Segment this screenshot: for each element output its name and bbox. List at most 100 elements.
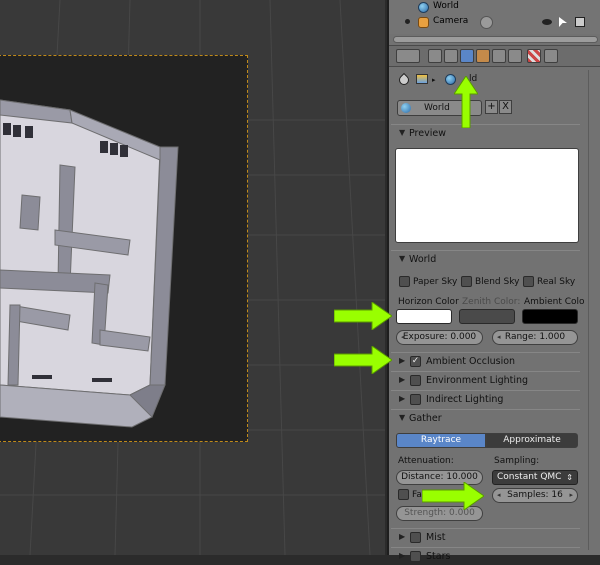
object-tab-icon[interactable]: [476, 49, 490, 63]
range-value: Range: 1.000: [504, 332, 566, 342]
horizon-color-label: Horizon Color: [398, 297, 459, 307]
triangle-right-icon: ▶: [399, 551, 406, 560]
preview-label: Preview: [409, 128, 446, 139]
annotation-arrow-up: [454, 76, 478, 128]
raytrace-button[interactable]: Raytrace: [396, 433, 486, 448]
decrement-arrow-icon[interactable]: ◂: [497, 331, 501, 344]
indirect-lighting-label: Indirect Lighting: [426, 394, 504, 405]
samples-field[interactable]: ◂ Samples: 16 ▸: [492, 488, 578, 503]
expand-icon[interactable]: [405, 19, 410, 24]
mist-panel-header[interactable]: ▶ Mist: [391, 528, 580, 546]
triangle-right-icon: ▶: [399, 394, 406, 403]
gather-label: Gather: [409, 413, 442, 424]
world-icon: [418, 2, 429, 13]
add-world-button[interactable]: +: [485, 100, 498, 114]
world-datablock-row: World + X: [389, 100, 600, 118]
editor-type-menu-icon[interactable]: [396, 49, 420, 63]
world-tab-icon[interactable]: [460, 49, 474, 63]
texture-tab-icon[interactable]: [527, 49, 541, 63]
sampling-value: Constant QMC: [497, 472, 562, 482]
exposure-field[interactable]: ◂ Exposure: 0.000: [396, 330, 483, 345]
sampling-dropdown[interactable]: Constant QMC ⇕: [492, 470, 578, 485]
horizon-color-swatch[interactable]: [396, 309, 452, 324]
outliner-label: Camera: [433, 16, 469, 26]
properties-scrollbar[interactable]: [588, 70, 594, 550]
sampling-label: Sampling:: [494, 456, 540, 466]
render-tab-icon[interactable]: [428, 49, 442, 63]
visibility-eye-icon[interactable]: [542, 19, 552, 25]
decrement-arrow-icon[interactable]: ◂: [497, 489, 501, 502]
environment-lighting-label: Environment Lighting: [426, 375, 529, 386]
samples-value: Samples: 16: [507, 490, 563, 500]
world-name-text: World: [424, 103, 450, 113]
pin-icon[interactable]: [396, 72, 412, 88]
annotation-arrow-samples: [422, 482, 484, 510]
indirect-lighting-checkbox[interactable]: [410, 394, 421, 405]
ambient-color-swatch[interactable]: [522, 309, 578, 324]
outliner-row-camera[interactable]: Camera: [389, 15, 600, 30]
world-icon: [401, 103, 411, 113]
outliner-label: World: [433, 1, 459, 11]
increment-arrow-icon[interactable]: ▸: [569, 489, 573, 502]
select-arrow-icon[interactable]: [559, 17, 567, 27]
range-field[interactable]: ◂ Range: 1.000: [492, 330, 578, 345]
exposure-value: Exposure: 0.000: [402, 332, 477, 342]
stars-label: Stars: [426, 551, 451, 562]
stars-checkbox[interactable]: [410, 551, 421, 562]
annotation-arrow-horizon: [334, 302, 392, 330]
environment-lighting-checkbox[interactable]: [410, 375, 421, 386]
blend-sky-checkbox[interactable]: [461, 276, 472, 287]
triangle-down-icon: ▼: [399, 413, 406, 422]
mist-checkbox[interactable]: [410, 532, 421, 543]
triangle-right-icon: ▶: [399, 532, 406, 541]
render-icon[interactable]: [575, 17, 585, 27]
real-sky-checkbox[interactable]: [523, 276, 534, 287]
camera-data-icon[interactable]: [480, 16, 493, 29]
properties-panel: World Camera ▸ ld World + X ▼ Preview ▼ …: [387, 0, 600, 562]
modifiers-tab-icon[interactable]: [508, 49, 522, 63]
stars-panel-header[interactable]: ▶ Stars: [391, 547, 580, 565]
paper-sky-label: Paper Sky: [413, 277, 458, 287]
triangle-down-icon: ▼: [399, 128, 406, 137]
zenith-color-label: Zenith Color:: [462, 297, 521, 307]
paper-sky-checkbox[interactable]: [399, 276, 410, 287]
annotation-arrow-ao: [334, 346, 392, 374]
distance-value: Distance: 10.000: [401, 472, 478, 482]
updown-arrows-icon: ⇕: [566, 473, 573, 482]
ambient-occlusion-panel-header[interactable]: ▶ ✓ Ambient Occlusion: [391, 352, 580, 370]
environment-lighting-panel-header[interactable]: ▶ Environment Lighting: [391, 371, 580, 389]
scene-tab-icon[interactable]: [444, 49, 458, 63]
zenith-color-swatch[interactable]: [459, 309, 515, 324]
scene-icon: [416, 74, 428, 84]
triangle-right-icon: ▶: [399, 375, 406, 384]
triangle-right-icon: ▶: [399, 356, 406, 365]
attenuation-label: Attenuation:: [398, 456, 454, 466]
falloff-checkbox[interactable]: [398, 489, 409, 500]
outliner-scrollbar[interactable]: [393, 36, 598, 43]
constraints-tab-icon[interactable]: [492, 49, 506, 63]
3d-viewport[interactable]: [0, 0, 385, 555]
context-path: ▸ ld: [389, 68, 600, 90]
mist-label: Mist: [426, 532, 446, 543]
camera-icon: [418, 17, 429, 28]
ambient-color-label: Ambient Colo: [524, 297, 585, 307]
blend-sky-label: Blend Sky: [475, 277, 520, 287]
world-panel-header[interactable]: ▼ World: [391, 250, 580, 268]
outliner: World Camera: [389, 0, 600, 43]
gather-panel-header[interactable]: ▼ Gather: [391, 409, 580, 427]
ambient-occlusion-label: Ambient Occlusion: [426, 356, 516, 367]
chevron-right-icon: ▸: [432, 76, 436, 84]
properties-header: [389, 45, 600, 67]
remove-world-button[interactable]: X: [499, 100, 512, 114]
ambient-occlusion-checkbox[interactable]: ✓: [410, 356, 421, 367]
real-sky-label: Real Sky: [537, 277, 576, 287]
approximate-button[interactable]: Approximate: [486, 433, 578, 448]
decrement-arrow-icon[interactable]: ◂: [401, 331, 405, 344]
preview-panel-header[interactable]: ▼ Preview: [391, 124, 580, 142]
house-model[interactable]: [0, 55, 250, 445]
physics-tab-icon[interactable]: [544, 49, 558, 63]
triangle-down-icon: ▼: [399, 254, 406, 263]
preview-image: [395, 148, 579, 243]
outliner-row-world[interactable]: World: [389, 0, 600, 15]
indirect-lighting-panel-header[interactable]: ▶ Indirect Lighting: [391, 390, 580, 408]
